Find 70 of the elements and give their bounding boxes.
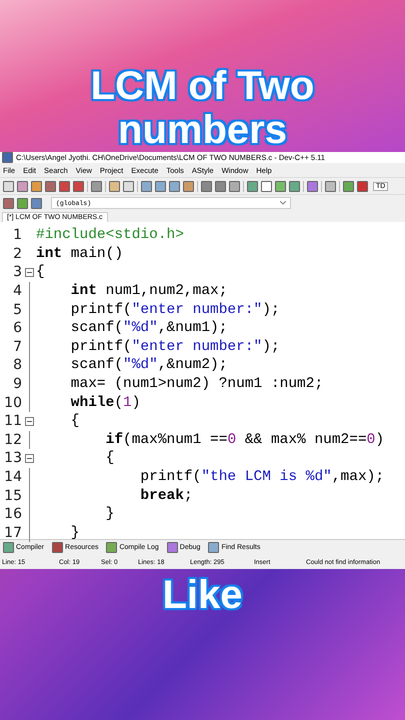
caret-icon	[280, 201, 286, 205]
toolbar-icon[interactable]	[289, 180, 300, 192]
code-line: if(max%num1 ==0 && max% num2==0)	[104, 432, 384, 448]
toolbar-icon[interactable]	[325, 180, 336, 192]
toolbar-icon[interactable]	[73, 180, 84, 192]
code-line: int num1,num2,max;	[70, 283, 228, 300]
toolbar-icon[interactable]	[59, 180, 70, 192]
like-text: Like	[162, 573, 243, 619]
line-number: 9	[12, 376, 22, 392]
toolbar-icon[interactable]	[17, 180, 28, 192]
headline-text: numbers	[118, 108, 287, 152]
fold-icon[interactable]	[24, 416, 34, 426]
code-line: }	[70, 524, 80, 541]
code-line: scanf("%d",&num2);	[70, 357, 228, 374]
code-line: printf("the LCM is %d",max);	[139, 469, 384, 486]
toolbar-icon[interactable]	[183, 180, 194, 192]
code-line: #include<stdio.h>	[36, 227, 184, 244]
code-line: scanf("%d",&num1);	[70, 320, 228, 336]
line-number: 14	[3, 469, 22, 486]
toolbar-icon[interactable]	[155, 180, 166, 192]
toolbar-icon[interactable]	[275, 180, 286, 192]
code-line: {	[104, 450, 114, 466]
toolbar-icon[interactable]	[357, 180, 368, 192]
toolbar-icon[interactable]	[45, 180, 56, 192]
toolbar-icon[interactable]	[201, 180, 212, 192]
code-line: }	[104, 506, 114, 522]
toolbar-icon[interactable]	[109, 180, 120, 192]
toolbar-icon[interactable]	[343, 180, 354, 192]
line-number: 12	[3, 432, 22, 448]
line-number: 7	[12, 338, 22, 355]
toolbar-icon[interactable]	[3, 198, 14, 208]
line-number: 3	[12, 264, 22, 280]
fold-icon[interactable]	[24, 454, 34, 463]
line-number: 6	[12, 320, 22, 336]
code-line: printf("enter number:");	[70, 338, 280, 355]
code-line: while(1)	[70, 394, 140, 411]
line-number: 2	[12, 246, 22, 262]
toolbar-icon[interactable]	[247, 180, 258, 192]
toolbar-icon[interactable]	[169, 180, 180, 192]
line-number: 17	[3, 524, 22, 541]
toolbar-icon[interactable]	[31, 198, 42, 208]
toolbar-icon[interactable]	[229, 180, 240, 192]
toolbar-icon[interactable]	[307, 180, 318, 192]
line-number: 10	[3, 394, 22, 411]
code-line: break;	[139, 488, 193, 504]
code-line: printf("enter number:");	[70, 302, 280, 318]
fold-icon[interactable]	[24, 268, 34, 277]
line-number: 15	[3, 488, 22, 504]
toolbar-icon[interactable]	[91, 180, 102, 192]
line-number: 5	[12, 302, 22, 318]
code-editor[interactable]	[0, 222, 405, 539]
toolbar-icon[interactable]	[123, 180, 134, 192]
line-number: 13	[3, 450, 22, 466]
toolbar-icon[interactable]	[31, 180, 42, 192]
code-line: {	[36, 264, 45, 280]
line-number: 4	[12, 283, 22, 300]
line-number: 11	[3, 413, 22, 430]
toolbar-icon[interactable]	[141, 180, 152, 192]
headline-text: LCM of Two	[90, 64, 314, 108]
code-line: max= (num1>num2) ?num1 :num2;	[70, 376, 324, 392]
toolbar-icon[interactable]	[261, 180, 272, 192]
app-icon	[2, 152, 13, 163]
toolbar-icon[interactable]	[3, 180, 14, 192]
toolbar-icon[interactable]	[215, 180, 226, 192]
line-number: 1	[12, 227, 22, 244]
line-number: 8	[12, 357, 22, 374]
line-number: 16	[3, 506, 22, 522]
code-line: int main()	[36, 246, 124, 262]
code-line: {	[70, 413, 80, 430]
toolbar-icon[interactable]	[17, 198, 28, 208]
